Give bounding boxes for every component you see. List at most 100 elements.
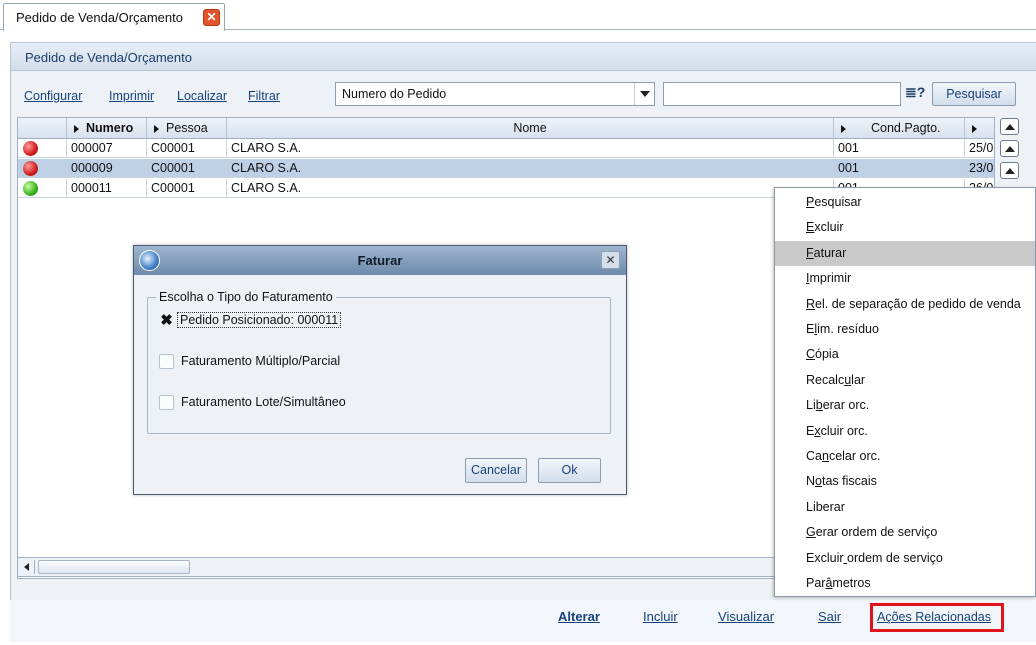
header-data[interactable] bbox=[965, 118, 994, 139]
checkbox[interactable] bbox=[159, 395, 174, 410]
sort-arrow-icon bbox=[841, 124, 846, 133]
header-nome[interactable]: Nome bbox=[227, 118, 834, 139]
menu-item-text: ordem de serviço bbox=[847, 550, 943, 565]
faturar-dialog: Faturar ✕ Escolha o Tipo do Faturamento … bbox=[133, 245, 627, 495]
alterar-button[interactable]: Alterar bbox=[558, 609, 600, 624]
menu-item-text: lar bbox=[851, 372, 866, 387]
menu-item[interactable]: Pesquisar bbox=[775, 190, 1035, 215]
menu-item[interactable]: Faturar bbox=[775, 240, 1035, 266]
menu-item-text: Excluir bbox=[806, 550, 844, 565]
sair-button[interactable]: Sair bbox=[818, 609, 841, 624]
menu-item-text: erar orc. bbox=[822, 398, 870, 413]
menu-item[interactable]: Liberar orc. bbox=[775, 393, 1035, 418]
visualizar-post: isualizar bbox=[726, 609, 775, 624]
header-pessoa[interactable]: Pessoa bbox=[147, 118, 227, 139]
menu-item[interactable]: Rel. de separação de pedido de venda bbox=[775, 292, 1035, 317]
menu-item[interactable]: Recalcular bbox=[775, 368, 1035, 393]
filtrar-link[interactable]: Filtrar bbox=[248, 89, 280, 103]
menu-item-text: el. de separação de pedido de venda bbox=[815, 296, 1021, 311]
menu-item[interactable]: Elim. resíduo bbox=[775, 317, 1035, 342]
numero-cell: 000009 bbox=[67, 159, 147, 178]
menu-item[interactable]: Cópia bbox=[775, 342, 1035, 367]
configurar-link[interactable]: Configurar bbox=[24, 89, 82, 103]
menu-item[interactable]: Parâmetros bbox=[775, 571, 1035, 596]
option-label: Faturamento Lote/Simultâneo bbox=[181, 395, 346, 409]
menu-item-text: celar orc. bbox=[828, 449, 881, 463]
pessoa-cell: C00001 bbox=[147, 179, 227, 198]
imprimir-link[interactable]: Imprimir bbox=[109, 89, 154, 103]
chevron-down-icon[interactable] bbox=[634, 83, 654, 105]
cond-cell: 001 bbox=[834, 139, 965, 158]
header-status bbox=[18, 118, 67, 139]
menu-item[interactable]: Gerar ordem de serviço bbox=[775, 520, 1035, 545]
menu-item[interactable]: Cancelar orc. bbox=[775, 444, 1035, 469]
sair-post: air bbox=[826, 609, 842, 624]
checkbox-checked-icon[interactable]: ✖ bbox=[159, 313, 174, 328]
numero-cell: 000007 bbox=[67, 139, 147, 158]
tab-label: Pedido de Venda/Orçamento bbox=[16, 10, 183, 25]
status-red-icon bbox=[23, 141, 38, 156]
menu-item-text: erar ordem de serviço bbox=[815, 525, 938, 540]
menu-item-accesskey: n bbox=[821, 449, 829, 463]
scroll-top-icon[interactable] bbox=[1000, 118, 1019, 135]
menu-item-accesskey: R bbox=[806, 296, 816, 311]
sort-arrow-icon bbox=[74, 124, 79, 133]
search-options-icon[interactable]: ≣? bbox=[905, 84, 930, 102]
tab-strip: Pedido de Venda/Orçamento ✕ bbox=[0, 0, 1036, 31]
menu-item-text: N bbox=[806, 474, 816, 489]
sair-key: S bbox=[818, 609, 827, 624]
menu-item-text: aturar bbox=[813, 245, 847, 260]
menu-item[interactable]: Excluir ordem de serviço bbox=[775, 546, 1035, 571]
visualizar-button[interactable]: Visualizar bbox=[718, 609, 774, 624]
scroll-page-up-icon[interactable] bbox=[1000, 140, 1019, 157]
cond-cell: 001 bbox=[834, 159, 965, 178]
grid-horizontal-scrollbar[interactable] bbox=[17, 557, 777, 577]
panel-header: Pedido de Venda/Orçamento bbox=[11, 43, 1036, 71]
tab-close-icon[interactable]: ✕ bbox=[203, 9, 220, 26]
order-select[interactable]: Numero do Pedido bbox=[335, 82, 655, 106]
incluir-button[interactable]: Incluir bbox=[643, 609, 678, 624]
menu-item[interactable]: Notas fiscais bbox=[775, 469, 1035, 494]
menu-item-text: ópia bbox=[815, 347, 839, 362]
grid-header: Numero Pessoa Nome Cond.Pagto. bbox=[18, 118, 994, 139]
status-red-icon bbox=[23, 161, 38, 176]
acoes-highlight-box bbox=[870, 603, 1004, 632]
sort-arrow-icon bbox=[154, 124, 159, 133]
menu-item-accesskey: o bbox=[815, 474, 822, 489]
menu-item-text: tas fiscais bbox=[821, 474, 877, 489]
checkbox[interactable] bbox=[159, 354, 174, 369]
header-cond-pagto[interactable]: Cond.Pagto. bbox=[834, 118, 965, 139]
ok-button[interactable]: Ok bbox=[538, 458, 601, 483]
nome-cell: CLARO S.A. bbox=[227, 159, 834, 178]
status-cell bbox=[18, 139, 67, 158]
panel-title: Pedido de Venda/Orçamento bbox=[25, 50, 192, 65]
group-legend: Escolha o Tipo do Faturamento bbox=[156, 290, 336, 304]
table-row[interactable]: 000007 C00001 CLARO S.A. 001 25/01 bbox=[18, 139, 994, 158]
menu-item[interactable]: Excluir bbox=[775, 215, 1035, 240]
scroll-up-icon[interactable] bbox=[1000, 162, 1019, 179]
menu-item-text: mprimir bbox=[809, 271, 852, 286]
search-button[interactable]: Pesquisar bbox=[932, 82, 1016, 106]
scroll-thumb[interactable] bbox=[38, 560, 190, 574]
menu-item-text: Liberar bbox=[806, 499, 845, 514]
tab-pedido-venda[interactable]: Pedido de Venda/Orçamento ✕ bbox=[3, 3, 225, 31]
menu-item-text: im. resíduo bbox=[817, 322, 879, 336]
header-numero[interactable]: Numero bbox=[67, 118, 147, 139]
header-cond-pagto-label: Cond.Pagto. bbox=[871, 121, 941, 135]
menu-item-text: Par bbox=[806, 576, 826, 590]
pessoa-cell: C00001 bbox=[147, 139, 227, 158]
menu-item[interactable]: Liberar bbox=[775, 495, 1035, 520]
cancel-button[interactable]: Cancelar bbox=[465, 458, 527, 483]
menu-item[interactable]: Imprimir bbox=[775, 266, 1035, 291]
menu-item-accesskey: b bbox=[815, 398, 823, 413]
localizar-link[interactable]: Localizar bbox=[177, 89, 227, 103]
status-cell bbox=[18, 179, 67, 198]
close-icon[interactable]: ✕ bbox=[601, 251, 620, 269]
dialog-title: Faturar bbox=[357, 253, 403, 268]
scroll-left-icon[interactable] bbox=[20, 560, 35, 574]
table-row[interactable]: 000009 C00001 CLARO S.A. 001 23/02 bbox=[18, 159, 994, 178]
search-input[interactable] bbox=[663, 82, 901, 106]
incluir-post: ncluir bbox=[646, 609, 678, 624]
menu-item-accesskey: G bbox=[806, 525, 816, 540]
menu-item[interactable]: Excluir orc. bbox=[775, 419, 1035, 444]
